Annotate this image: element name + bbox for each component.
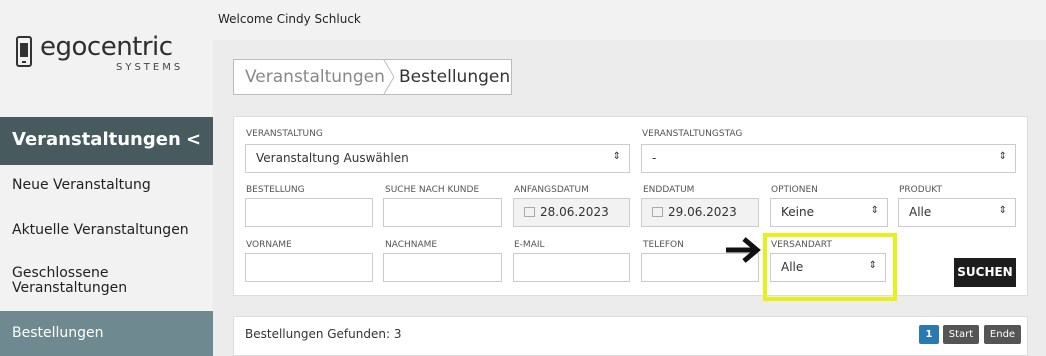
- vorname-input[interactable]: [245, 253, 373, 282]
- page-1-button[interactable]: 1: [919, 325, 939, 344]
- optionen-select[interactable]: Keine ⇕: [770, 198, 888, 227]
- breadcrumb-separator-icon: [383, 60, 395, 94]
- logo-name: egocentric: [40, 32, 173, 62]
- results-bar: Bestellungen Gefunden: 3 1 Start Ende: [233, 316, 1028, 356]
- logo-subtitle: SYSTEMS: [116, 62, 184, 73]
- produkt-label: PRODUKT: [899, 185, 942, 195]
- produkt-select[interactable]: Alle ⇕: [898, 198, 1016, 227]
- anfangsdatum-label: ANFANGSDATUM: [514, 185, 589, 195]
- enddatum-input[interactable]: 29.06.2023: [641, 198, 759, 227]
- breadcrumb: Veranstaltungen Bestellungen: [233, 59, 512, 95]
- results-count: Bestellungen Gefunden: 3: [245, 327, 402, 341]
- breadcrumb-current: Bestellungen: [399, 67, 511, 87]
- anfangsdatum-value: 28.06.2023: [540, 205, 609, 219]
- sidebar-item-bestellungen[interactable]: Bestellungen: [0, 311, 213, 356]
- calendar-icon: [524, 207, 535, 217]
- produkt-value: Alle: [909, 205, 932, 219]
- chevron-left-icon[interactable]: <: [186, 129, 201, 150]
- suche-kunde-input[interactable]: [383, 198, 502, 227]
- sidebar: egocentric SYSTEMS Veranstaltungen < Neu…: [0, 0, 213, 356]
- enddatum-label: ENDDATUM: [643, 185, 695, 195]
- nachname-label: NACHNAME: [385, 240, 438, 250]
- veranstaltungstag-label: VERANSTALTUNGSTAG: [642, 129, 743, 139]
- veranstaltung-select[interactable]: Veranstaltung Auswählen ⇕: [245, 144, 630, 173]
- email-label: E-MAIL: [514, 240, 545, 250]
- top-bar: Welcome Cindy Schluck: [213, 0, 1046, 40]
- start-button[interactable]: Start: [943, 325, 979, 344]
- ende-button[interactable]: Ende: [984, 325, 1021, 344]
- optionen-value: Keine: [781, 205, 814, 219]
- vorname-label: VORNAME: [246, 240, 292, 250]
- select-arrows-icon: ⇕: [612, 151, 621, 162]
- egocentric-logo[interactable]: egocentric SYSTEMS: [16, 32, 201, 80]
- veranstaltungstag-value: -: [652, 151, 657, 165]
- bestellung-label: BESTELLUNG: [246, 185, 305, 195]
- sidebar-section-label: Veranstaltungen: [12, 129, 181, 150]
- enddatum-value: 29.06.2023: [668, 205, 737, 219]
- bestellung-input[interactable]: [245, 198, 373, 227]
- breadcrumb-parent[interactable]: Veranstaltungen: [245, 67, 385, 87]
- sidebar-item-aktuelle-veranstaltungen[interactable]: Aktuelle Veranstaltungen: [0, 222, 213, 242]
- phone-icon: [16, 36, 32, 67]
- veranstaltung-value: Veranstaltung Auswählen: [256, 151, 409, 165]
- welcome-text: Welcome Cindy Schluck: [218, 12, 361, 26]
- nachname-input[interactable]: [383, 253, 502, 282]
- filter-panel: VERANSTALTUNG Veranstaltung Auswählen ⇕ …: [233, 116, 1028, 296]
- suchen-button[interactable]: SUCHEN: [954, 258, 1016, 287]
- suche-kunde-label: SUCHE NACH KUNDE: [385, 185, 480, 195]
- optionen-label: OPTIONEN: [771, 185, 818, 195]
- highlight-box: [763, 233, 897, 301]
- anfangsdatum-input[interactable]: 28.06.2023: [513, 198, 630, 227]
- select-arrows-icon: ⇕: [998, 151, 1007, 162]
- select-arrows-icon: ⇕: [998, 205, 1007, 216]
- arrow-right-icon: [726, 237, 761, 263]
- veranstaltungstag-select[interactable]: - ⇕: [641, 144, 1016, 173]
- sidebar-item-geschlossene-veranstaltungen[interactable]: Geschlossene Veranstaltungen: [0, 266, 140, 302]
- sidebar-section-veranstaltungen[interactable]: Veranstaltungen <: [0, 117, 213, 165]
- veranstaltung-label: VERANSTALTUNG: [246, 129, 323, 139]
- email-input[interactable]: [513, 253, 630, 282]
- telefon-label: TELEFON: [643, 240, 684, 250]
- select-arrows-icon: ⇕: [870, 205, 879, 216]
- sidebar-item-neue-veranstaltung[interactable]: Neue Veranstaltung: [0, 177, 213, 197]
- calendar-icon: [652, 207, 663, 217]
- main-content: Veranstaltungen Bestellungen VERANSTALTU…: [213, 40, 1046, 356]
